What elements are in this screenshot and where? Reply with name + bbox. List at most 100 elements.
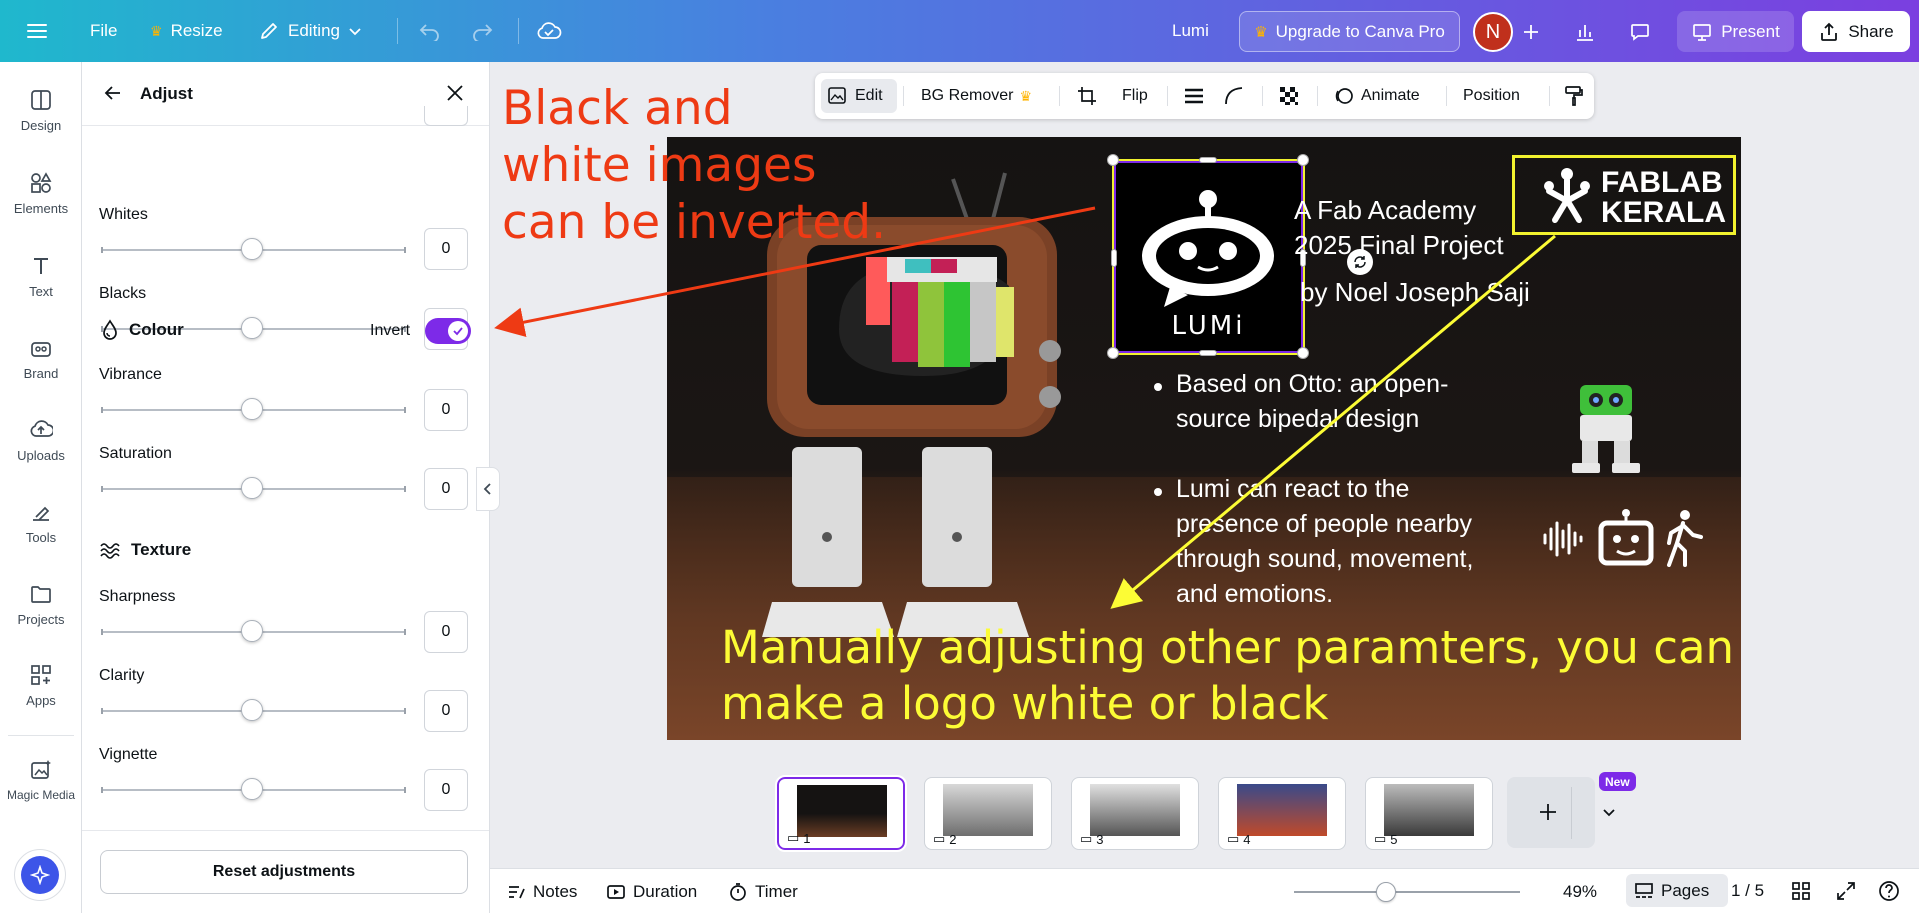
rail-item-magic-media[interactable]: Magic Media [0,758,82,802]
editing-mode-button[interactable]: Editing [258,0,362,62]
robot-face-icon [1598,509,1654,566]
border-style-button[interactable] [1183,73,1205,119]
sharpness-slider-handle[interactable] [241,620,263,642]
rail-item-uploads[interactable]: Uploads [0,418,82,463]
whites-slider-handle[interactable] [241,238,263,260]
vibrance-value-input[interactable]: 0 [424,389,468,431]
rail-item-label: Tools [25,530,57,545]
resize-handle[interactable] [1297,154,1309,166]
resize-handle[interactable] [1199,350,1217,356]
resize-handle[interactable] [1107,154,1119,166]
comments-button[interactable] [1620,11,1660,52]
avatar[interactable]: N [1473,12,1513,52]
page-thumbnail-2[interactable]: ▭ 2 [924,777,1052,850]
resize-button[interactable]: ♛ Resize [150,0,223,62]
file-menu-button[interactable]: File [90,0,117,62]
present-button[interactable]: Present [1677,11,1794,52]
sharpness-value-input[interactable]: 0 [424,611,468,653]
bg-remover-button[interactable]: BG Remover ♛ [921,73,1032,119]
title-line-1[interactable]: A Fab Academy [1294,195,1476,226]
otto-robot-image[interactable] [1564,379,1648,477]
rail-item-design[interactable]: Design [0,88,82,133]
rail-item-projects[interactable]: Projects [0,582,82,627]
resize-handle[interactable] [1111,249,1117,267]
bullet-2-line-3: through sound, movement, [1176,545,1474,573]
title-line-2[interactable]: 2025 Final Project [1294,230,1504,261]
redo-button[interactable] [470,0,494,62]
page-thumbnail-5[interactable]: ▭ 5 [1365,777,1493,850]
comment-icon [1631,23,1649,41]
add-page-button[interactable] [1507,777,1595,848]
corner-rounding-button[interactable] [1223,73,1245,119]
rail-item-text[interactable]: Text [0,254,82,299]
notes-button[interactable]: Notes [506,869,577,913]
share-button[interactable]: Share [1802,11,1910,52]
save-status-button[interactable] [536,0,562,62]
reset-adjustments-button[interactable]: Reset adjustments [100,850,468,894]
bullet-2-line-4: and emotions. [1176,580,1334,608]
insights-button[interactable] [1565,11,1605,52]
present-label: Present [1721,21,1780,41]
fullscreen-icon [1837,882,1855,900]
edit-image-button[interactable]: Edit [827,73,883,119]
corner-radius-icon [1225,87,1243,105]
bullet-dot [1154,383,1162,391]
copy-style-button[interactable] [1563,73,1585,119]
bullet-2[interactable]: Lumi can react to the presence of people… [1176,472,1473,612]
fullscreen-button[interactable] [1835,880,1857,907]
position-button[interactable]: Position [1463,73,1520,119]
timer-button[interactable]: Timer [728,869,798,913]
clarity-slider-handle[interactable] [241,699,263,721]
zoom-slider-handle[interactable] [1376,882,1396,902]
clarity-label: Clarity [99,667,145,684]
top-bar: File ♛ Resize Editing Lumi ♛ Upgrade to … [0,0,1919,62]
fablab-logo-highlight[interactable]: FABLAB KERALA [1512,155,1736,235]
collapse-panel-button[interactable] [476,467,500,511]
page-thumbnail-4[interactable]: ▭ 4 [1218,777,1346,850]
resize-handle[interactable] [1107,347,1119,359]
blacks-slider-handle[interactable] [241,317,263,339]
saturation-slider-handle[interactable] [241,477,263,499]
rail-item-brand[interactable]: Brand [0,336,82,381]
invert-label: Invert [370,322,411,339]
help-button[interactable] [1878,880,1900,907]
bullet-1[interactable]: Based on Otto: an open- source bipedal d… [1176,367,1448,437]
page-thumbnail-1[interactable]: ▭ 1 [775,775,907,852]
resize-handle[interactable] [1297,347,1309,359]
share-label: Share [1848,21,1894,41]
rail-item-tools[interactable]: Tools [0,500,82,545]
grid-view-button[interactable] [1790,880,1812,907]
back-button[interactable] [102,82,124,109]
transparency-button[interactable] [1278,73,1300,119]
page-thumbnail-3[interactable]: ▭ 3 [1071,777,1199,850]
document-title[interactable]: Lumi [1172,0,1209,62]
pages-view-button[interactable]: Pages [1634,868,1709,913]
zoom-slider-track[interactable] [1294,891,1520,893]
clarity-value-input[interactable]: 0 [424,690,468,732]
animate-button[interactable]: Animate [1333,73,1420,119]
title-line-3[interactable]: by Noel Joseph Saji [1300,277,1530,308]
rail-item-label: Brand [23,366,59,381]
rail-item-elements[interactable]: Elements [0,171,82,216]
zoom-level-button[interactable]: 49% [1563,869,1597,913]
canva-assistant-button[interactable] [14,849,66,901]
crop-button[interactable] [1076,73,1098,119]
invite-button[interactable] [1513,11,1549,52]
resize-handle[interactable] [1199,157,1217,163]
saturation-value-input[interactable]: 0 [424,468,468,510]
undo-button[interactable] [418,0,442,62]
vibrance-slider-handle[interactable] [241,398,263,420]
duration-button[interactable]: Duration [606,869,697,913]
vignette-value-input[interactable]: 0 [424,769,468,811]
close-panel-button[interactable] [444,82,466,109]
chevron-left-icon [483,483,491,495]
rail-item-apps[interactable]: Apps [0,663,82,708]
vignette-slider-handle[interactable] [241,778,263,800]
invert-toggle[interactable] [425,318,471,344]
menu-button[interactable] [26,0,48,62]
whites-value-input[interactable]: 0 [424,228,468,270]
flip-button[interactable]: Flip [1122,73,1148,119]
upgrade-button[interactable]: ♛ Upgrade to Canva Pro [1239,11,1460,52]
crown-icon: ♛ [1019,87,1033,104]
add-page-options-button[interactable] [1602,805,1616,824]
